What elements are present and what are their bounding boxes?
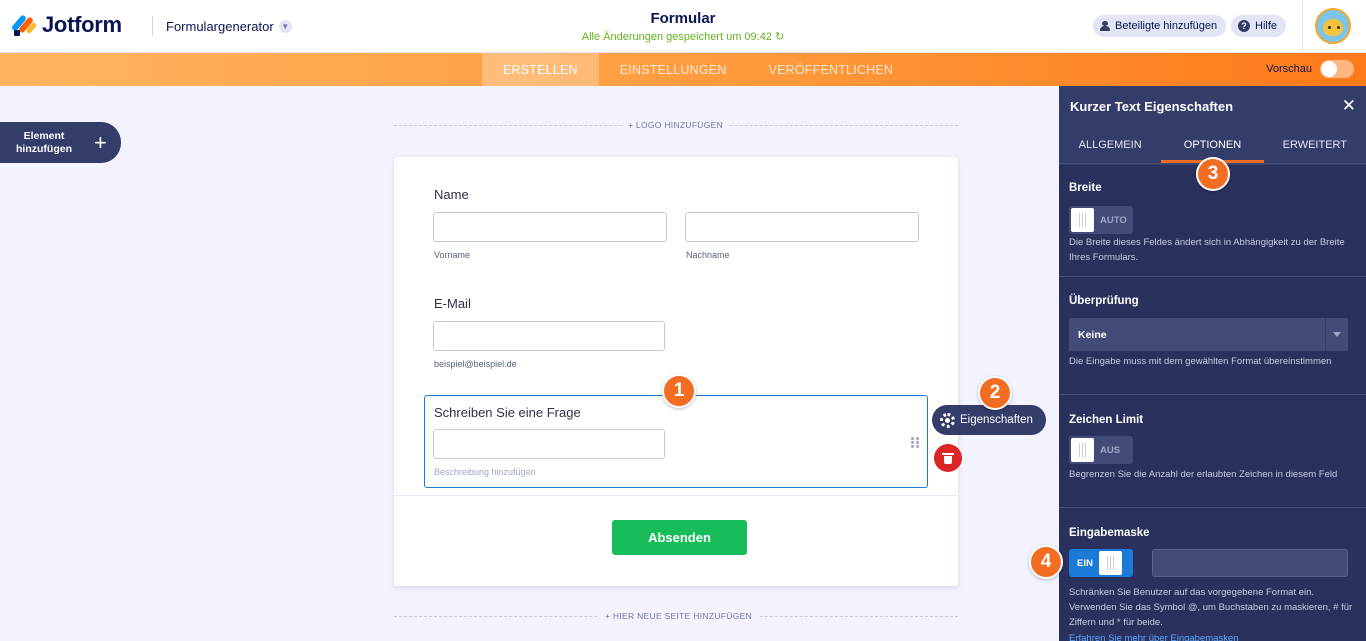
preview-toggle-group: Vorschau xyxy=(1266,60,1354,78)
add-element-label: Element hinzufügen xyxy=(16,129,72,155)
tab-einstellungen[interactable]: EINSTELLUNGEN xyxy=(599,53,748,86)
question-label[interactable]: Schreiben Sie eine Frage xyxy=(434,405,581,420)
input-mask-switch-label: EIN xyxy=(1077,557,1093,569)
input-mask-title: Eingabemaske xyxy=(1069,527,1150,539)
input-mask-help-link[interactable]: Erfahren Sie mehr über Eingabemasken xyxy=(1069,633,1239,641)
jotform-logo-icon xyxy=(10,13,38,37)
invite-label: Beteiligte hinzufügen xyxy=(1115,20,1218,32)
builder-navbar: ERSTELLEN EINSTELLUNGEN VERÖFFENTLICHEN … xyxy=(0,53,1366,86)
brand-name: Jotform xyxy=(42,12,122,37)
width-description: Die Breite dieses Feldes ändert sich in … xyxy=(1069,237,1345,263)
step-badge-3: 3 xyxy=(1196,157,1230,191)
step-badge-1: 1 xyxy=(662,374,696,408)
char-limit-section: Zeichen Limit AUS Begrenzen Sie die Anza… xyxy=(1059,395,1366,508)
lastname-input[interactable] xyxy=(685,212,919,242)
tab-erstellen[interactable]: ERSTELLEN xyxy=(482,53,599,86)
width-title: Breite xyxy=(1069,182,1102,194)
step-badge-2: 2 xyxy=(978,376,1012,410)
user-icon xyxy=(1100,21,1110,31)
width-auto-switch[interactable]: AUTO xyxy=(1069,206,1133,234)
avatar-eye xyxy=(1337,26,1340,29)
firstname-sublabel: Vorname xyxy=(434,250,471,260)
chevron-down-icon xyxy=(1325,318,1348,351)
input-mask-description: Schränken Sie Benutzer auf das vorgegebe… xyxy=(1069,587,1353,628)
top-header: Jotform Formulargenerator ▼ Formular All… xyxy=(0,0,1366,53)
jotform-logo[interactable]: Jotform xyxy=(10,12,122,38)
char-limit-switch-label: AUS xyxy=(1100,444,1121,456)
switch-knob xyxy=(1098,551,1122,575)
question-description[interactable]: Beschreibung hinzufügen xyxy=(434,467,536,477)
header-divider xyxy=(152,16,153,36)
tab-veroeffentlichen[interactable]: VERÖFFENTLICHEN xyxy=(748,53,915,86)
tab-erweitert[interactable]: ERWEITERT xyxy=(1264,126,1366,163)
trash-icon xyxy=(942,452,954,464)
plus-icon: + xyxy=(94,129,107,155)
help-label: Hilfe xyxy=(1255,20,1278,32)
delete-field-button[interactable] xyxy=(934,444,962,472)
generator-label: Formulargenerator xyxy=(166,19,274,34)
validation-select[interactable]: Keine xyxy=(1069,318,1348,351)
submit-button[interactable]: Absenden xyxy=(612,520,747,555)
avatar-eye xyxy=(1328,26,1331,29)
name-label: Name xyxy=(434,187,469,202)
firstname-input[interactable] xyxy=(433,212,667,242)
form-card: Name Vorname Nachname E-Mail beispiel@be… xyxy=(394,157,958,586)
email-sublabel: beispiel@beispiel.de xyxy=(434,359,517,369)
email-label: E-Mail xyxy=(434,296,471,311)
properties-label: Eigenschaften xyxy=(960,414,1033,426)
avatar-face xyxy=(1323,19,1343,36)
invite-collaborators-button[interactable]: Beteiligte hinzufügen xyxy=(1093,15,1227,37)
switch-knob xyxy=(1071,438,1094,462)
input-mask-switch[interactable]: EIN xyxy=(1069,549,1133,577)
drag-handle-icon[interactable] xyxy=(911,437,920,449)
builder-tabs: ERSTELLEN EINSTELLUNGEN VERÖFFENTLICHEN xyxy=(482,53,914,86)
help-button[interactable]: ? Hilfe xyxy=(1231,15,1287,37)
char-limit-description: Begrenzen Sie die Anzahl der erlaubten Z… xyxy=(1069,469,1338,480)
submit-divider xyxy=(394,495,958,496)
panel-title: Kurzer Text Eigenschaften xyxy=(1070,98,1234,114)
validation-title: Überprüfung xyxy=(1069,295,1139,307)
close-icon[interactable]: ✕ xyxy=(1342,96,1356,116)
preview-label: Vorschau xyxy=(1266,63,1312,75)
add-page-link[interactable]: + HIER NEUE SEITE HINZUFÜGEN xyxy=(599,611,759,621)
add-logo-link[interactable]: + LOGO HINZUFÜGEN xyxy=(622,120,730,130)
user-avatar[interactable] xyxy=(1315,8,1351,44)
step-badge-4: 4 xyxy=(1029,545,1063,579)
tab-allgemein[interactable]: ALLGEMEIN xyxy=(1059,126,1161,163)
width-switch-label: AUTO xyxy=(1100,214,1127,226)
generator-dropdown[interactable]: Formulargenerator ▼ xyxy=(166,19,292,34)
preview-toggle[interactable] xyxy=(1320,60,1354,78)
properties-button[interactable]: Eigenschaften xyxy=(932,405,1046,435)
char-limit-title: Zeichen Limit xyxy=(1069,414,1144,426)
gear-icon xyxy=(940,412,955,428)
validation-description: Die Eingabe muss mit dem gewählten Forma… xyxy=(1069,356,1332,367)
lastname-sublabel: Nachname xyxy=(686,250,730,260)
char-limit-switch[interactable]: AUS xyxy=(1069,436,1133,464)
refresh-icon: ↻ xyxy=(775,31,785,43)
input-mask-section: Eingabemaske EIN Schränken Sie Benutzer … xyxy=(1059,508,1366,641)
question-input[interactable] xyxy=(433,429,665,459)
panel-header: Kurzer Text Eigenschaften ✕ xyxy=(1059,86,1366,126)
add-element-button[interactable]: Element hinzufügen + xyxy=(0,122,121,163)
validation-selected: Keine xyxy=(1078,328,1107,341)
chevron-down-icon: ▼ xyxy=(278,20,292,33)
email-input[interactable] xyxy=(433,321,665,351)
switch-knob xyxy=(1071,208,1094,232)
header-divider-right xyxy=(1302,0,1303,53)
input-mask-field[interactable] xyxy=(1152,549,1348,577)
help-icon: ? xyxy=(1238,20,1250,32)
